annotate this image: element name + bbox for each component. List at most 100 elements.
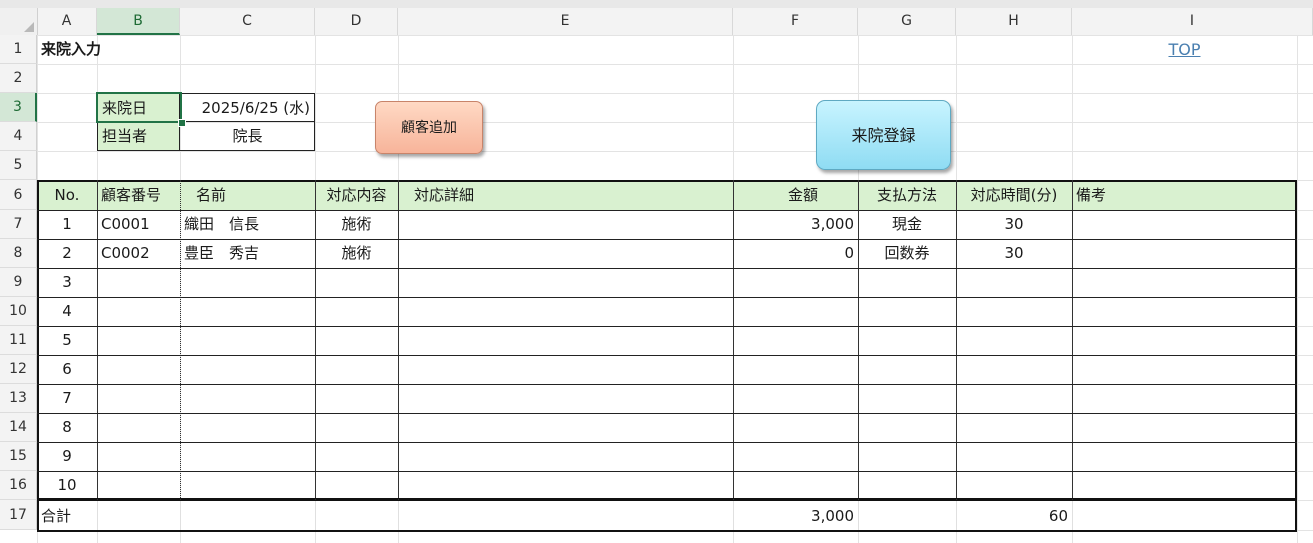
table-cell[interactable] [858, 268, 956, 297]
table-cell[interactable] [97, 471, 180, 500]
table-cell[interactable] [398, 268, 733, 297]
table-cell[interactable] [733, 297, 858, 326]
row-header-6[interactable]: 6 [0, 180, 37, 210]
row-header-7[interactable]: 7 [0, 210, 37, 239]
column-header-e[interactable]: E [398, 8, 733, 35]
table-cell[interactable]: C0001 [97, 210, 180, 239]
table-cell[interactable] [180, 471, 315, 500]
table-cell[interactable]: 1 [37, 210, 97, 239]
table-cell[interactable] [858, 442, 956, 471]
table-cell[interactable]: 3 [37, 268, 97, 297]
table-cell[interactable] [1072, 442, 1297, 471]
row-header-14[interactable]: 14 [0, 413, 37, 442]
row-header-13[interactable]: 13 [0, 384, 37, 413]
table-cell[interactable] [180, 326, 315, 355]
table-cell[interactable]: 9 [37, 442, 97, 471]
table-cell[interactable] [956, 326, 1072, 355]
row-header-15[interactable]: 15 [0, 442, 37, 471]
table-cell[interactable] [315, 413, 398, 442]
totals-time[interactable]: 60 [956, 502, 1072, 531]
table-cell[interactable] [315, 355, 398, 384]
table-cell[interactable] [97, 297, 180, 326]
table-cell[interactable]: 2 [37, 239, 97, 268]
row-header-16[interactable]: 16 [0, 471, 37, 500]
table-cell[interactable]: 8 [37, 413, 97, 442]
table-cell[interactable]: 回数券 [858, 239, 956, 268]
table-cell[interactable]: 現金 [858, 210, 956, 239]
table-cell[interactable]: 3,000 [733, 210, 858, 239]
table-cell[interactable] [398, 413, 733, 442]
table-cell[interactable] [733, 442, 858, 471]
table-cell[interactable] [97, 268, 180, 297]
table-cell[interactable]: 4 [37, 297, 97, 326]
table-cell[interactable] [398, 384, 733, 413]
row-header-5[interactable]: 5 [0, 151, 37, 180]
row-header-9[interactable]: 9 [0, 268, 37, 297]
table-cell[interactable] [733, 471, 858, 500]
fill-handle[interactable] [178, 119, 186, 127]
table-cell[interactable] [180, 384, 315, 413]
table-cell[interactable] [398, 239, 733, 268]
column-header-b[interactable]: B [97, 8, 180, 35]
table-cell[interactable] [858, 471, 956, 500]
row-header-12[interactable]: 12 [0, 355, 37, 384]
table-cell[interactable]: 織田 信長 [180, 210, 315, 239]
table-cell[interactable] [398, 442, 733, 471]
table-cell[interactable]: 0 [733, 239, 858, 268]
table-cell[interactable]: 6 [37, 355, 97, 384]
table-cell[interactable]: 施術 [315, 210, 398, 239]
table-cell[interactable] [315, 442, 398, 471]
table-cell[interactable] [1072, 297, 1297, 326]
column-header-h[interactable]: H [956, 8, 1072, 35]
table-cell[interactable] [956, 355, 1072, 384]
column-header-f[interactable]: F [733, 8, 858, 35]
totals-amount[interactable]: 3,000 [733, 502, 858, 531]
table-cell[interactable]: 30 [956, 210, 1072, 239]
table-cell[interactable] [315, 384, 398, 413]
row-header-17[interactable]: 17 [0, 500, 37, 530]
row-header-11[interactable]: 11 [0, 326, 37, 355]
table-cell[interactable] [398, 355, 733, 384]
table-cell[interactable] [315, 268, 398, 297]
table-cell[interactable] [180, 442, 315, 471]
row-header-10[interactable]: 10 [0, 297, 37, 326]
table-cell[interactable] [97, 326, 180, 355]
table-cell[interactable] [956, 384, 1072, 413]
table-cell[interactable]: 豊臣 秀吉 [180, 239, 315, 268]
select-all-corner[interactable] [0, 8, 38, 35]
table-cell[interactable] [858, 297, 956, 326]
row-header-3[interactable]: 3 [0, 93, 37, 122]
table-cell[interactable] [180, 297, 315, 326]
table-cell[interactable]: 5 [37, 326, 97, 355]
table-cell[interactable] [1072, 413, 1297, 442]
table-cell[interactable] [97, 384, 180, 413]
register-visit-button[interactable]: 来院登録 [816, 100, 951, 170]
table-cell[interactable] [858, 413, 956, 442]
table-cell[interactable] [858, 326, 956, 355]
row-header-2[interactable]: 2 [0, 64, 37, 93]
table-cell[interactable] [1072, 268, 1297, 297]
table-cell[interactable] [956, 413, 1072, 442]
column-header-i[interactable]: I [1072, 8, 1313, 35]
table-cell[interactable] [398, 326, 733, 355]
table-cell[interactable]: 10 [37, 471, 97, 500]
table-cell[interactable] [1072, 471, 1297, 500]
table-cell[interactable] [315, 471, 398, 500]
table-cell[interactable] [315, 297, 398, 326]
table-cell[interactable] [733, 413, 858, 442]
table-cell[interactable] [97, 355, 180, 384]
table-cell[interactable] [733, 326, 858, 355]
visit-date-field[interactable]: 2025/6/25 (水) [181, 94, 314, 122]
column-header-c[interactable]: C [180, 8, 315, 35]
table-cell[interactable]: 7 [37, 384, 97, 413]
table-cell[interactable] [1072, 384, 1297, 413]
row-header-8[interactable]: 8 [0, 239, 37, 268]
table-cell[interactable] [956, 268, 1072, 297]
table-cell[interactable] [858, 355, 956, 384]
table-cell[interactable] [398, 297, 733, 326]
table-cell[interactable]: 施術 [315, 239, 398, 268]
table-cell[interactable] [180, 268, 315, 297]
row-header-4[interactable]: 4 [0, 122, 37, 151]
table-cell[interactable] [733, 355, 858, 384]
table-cell[interactable] [398, 471, 733, 500]
